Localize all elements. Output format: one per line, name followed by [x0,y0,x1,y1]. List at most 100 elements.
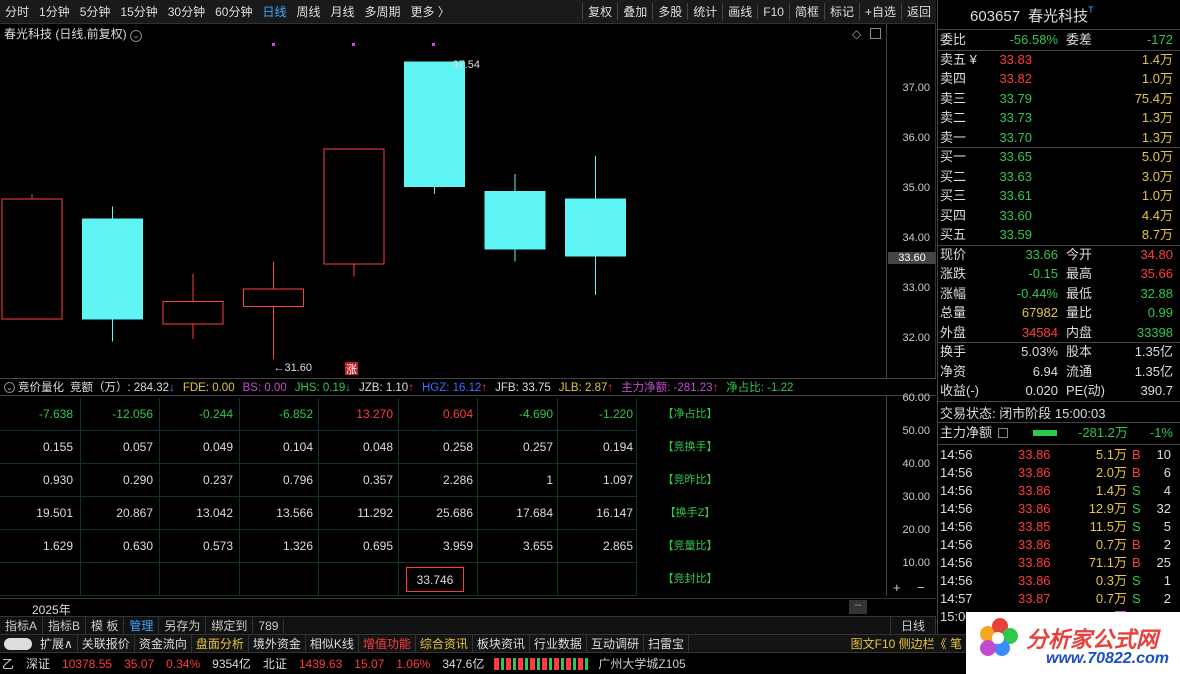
function-tab-7[interactable]: 综合资讯 [416,635,473,652]
period-label-tab[interactable]: 日线 [889,617,936,634]
status-sz-label: 深证 [26,657,51,671]
function-tab-0[interactable]: 扩展∧ [36,635,78,652]
tick-row: 14:56 33.85 11.5万 S 5 [940,518,1173,536]
period-tab-10[interactable]: 更多 〉 [406,3,455,20]
candle-body[interactable] [323,148,385,265]
zoom-out-button[interactable]: -- [849,600,867,614]
table-cell: 3.959 [442,539,473,553]
function-tab-1[interactable]: 关联报价 [78,635,135,652]
collapse-icon[interactable]: ⌄ [4,381,15,393]
quote-label: PE(动) [1066,383,1106,398]
function-tab-5[interactable]: 相似K线 [306,635,359,652]
function-tab-9[interactable]: 行业数据 [530,635,587,652]
tool-button-2[interactable]: 多股 [652,3,687,20]
candle-body[interactable] [484,191,546,250]
indicator-name[interactable]: 竞价量化 [18,379,64,395]
period-tab-0[interactable]: 分时 [0,3,34,20]
period-tab-1[interactable]: 1分钟 [34,3,75,20]
buy-level[interactable]: 买二 33.63 3.0万 [940,167,1173,187]
diamond-icon[interactable]: ◇ [852,27,861,41]
indicator-tab-6[interactable]: 789 [253,618,285,633]
tick-direction: B [1132,446,1141,462]
sell-level[interactable]: 卖一 33.70 1.3万 [940,128,1173,148]
chevron-down-icon[interactable]: ⌄ [130,30,143,42]
arrow-icon: ↑ [408,382,414,394]
period-tab-6[interactable]: 日线 [257,3,291,20]
tool-button-6[interactable]: 简框 [788,3,824,20]
table-cell: 13.042 [196,506,233,520]
candle-body[interactable] [162,301,224,325]
weicha-value: -172 [1146,32,1173,47]
function-tab-8[interactable]: 板块资讯 [473,635,530,652]
candle-body[interactable] [565,198,626,257]
sidebar-toggle[interactable]: 图文F10 侧边栏《 笔 [847,635,966,652]
function-tab-10[interactable]: 互动调研 [587,635,644,652]
buy-level[interactable]: 买四 33.60 4.4万 [940,206,1173,226]
period-tab-4[interactable]: 30分钟 [163,3,210,20]
indicator-tab-4[interactable]: 另存为 [159,617,207,634]
tool-button-8[interactable]: +自选 [858,3,901,20]
function-tab-2[interactable]: 资金流向 [135,635,192,652]
candlestick-chart-area[interactable]: 37.54 ←31.60 涨 [0,24,936,378]
quote-label: 内盘 [1066,324,1093,340]
quote-value: 1.35亿 [1134,363,1173,379]
indicator-tab-1[interactable]: 指标B [43,617,87,634]
period-tab-9[interactable]: 多周期 [360,3,406,20]
candle-body[interactable] [1,198,63,320]
tick-row: 14:56 33.86 1.4万 S 4 [940,482,1173,500]
indicator-tab-0[interactable]: 指标A [0,617,44,634]
tick-row: 14:56 33.86 0.3万 S 1 [940,572,1173,590]
indicator-tab-5[interactable]: 绑定到 [206,617,254,634]
toggle-switch[interactable] [4,637,32,650]
sell-level[interactable]: 卖三 33.79 75.4万 [940,89,1173,109]
function-tab-4[interactable]: 境外资金 [249,635,306,652]
list-icon[interactable] [998,427,1008,438]
candle-body[interactable] [82,218,143,320]
function-tabs: 扩展∧ 关联报价 资金流向 盘面分析 境外资金 相似K线 增值功能 综合资讯 板块资讯 行业数据互… [0,634,966,652]
table-cell: -6.852 [278,407,313,421]
buy-level[interactable]: 买一 33.65 5.0万 [940,147,1173,167]
tool-button-7[interactable]: 标记 [823,3,859,20]
sell-level[interactable]: 卖二 33.73 1.3万 [940,108,1173,128]
level-price: 33.60 [999,207,1032,223]
tool-button-5[interactable]: F10 [757,4,789,19]
candle-body[interactable] [404,61,465,187]
period-tab-2[interactable]: 5分钟 [75,3,116,20]
zoom-in-button[interactable]: + [893,580,901,595]
tool-button-1[interactable]: 叠加 [617,3,652,20]
buy-level[interactable]: 买五 33.59 8.7万 [940,225,1173,245]
table-cell: 0.104 [282,440,313,454]
period-tab-7[interactable]: 周线 [291,3,325,20]
function-tab-11[interactable]: 扫雷宝 [644,635,689,652]
indicator-tab-2[interactable]: 模 板 [86,617,125,634]
period-tab-3[interactable]: 15分钟 [115,3,162,20]
sell-level[interactable]: 卖四 33.82 1.0万 [940,69,1173,89]
sell-level[interactable]: 卖五 ¥ 33.83 1.4万 [940,50,1173,70]
tick-count: 6 [1163,464,1171,480]
net-flow-row[interactable]: 主力净额 -281.2万 -1% [940,423,1173,443]
indicator-item-5: HGZ: 16.12 [421,382,482,394]
tool-button-0[interactable]: 复权 [582,3,617,20]
candle-body[interactable] [243,288,304,307]
window-toggle-icon[interactable] [870,28,881,39]
period-tab-8[interactable]: 月线 [326,3,360,20]
level-price: 33.61 [999,188,1032,203]
period-tab-5[interactable]: 60分钟 [210,3,257,20]
tick-direction: S [1132,482,1141,498]
tool-button-4[interactable]: 画线 [722,3,757,20]
info-icon[interactable]: T [1088,5,1094,15]
indicator-tab-3[interactable]: 管理 [124,617,160,634]
function-tab-3[interactable]: 盘面分析 [192,635,249,652]
function-tab-6[interactable]: 增值功能 [359,635,416,652]
quote-label: 总量 [940,305,967,320]
grid-label: 【竞换手】 [662,441,718,453]
tool-button-3[interactable]: 统计 [687,3,722,20]
buy-level[interactable]: 买三 33.61 1.0万 [940,186,1173,206]
table-cell: 19.501 [36,506,73,520]
tool-button-9[interactable]: 返回 [900,3,936,20]
quote-value: 34.80 [1140,246,1173,262]
zoom-out-axis-button[interactable]: − [917,580,925,595]
quote-label: 现价 [940,246,967,262]
period-toolbar: 分时 1分钟 5分钟 15分钟 30分钟 60分钟 日线 周线 月线 多周期 更多 〉 复权 叠加 多股统… [0,0,936,24]
level-label: 卖四 [940,71,967,86]
